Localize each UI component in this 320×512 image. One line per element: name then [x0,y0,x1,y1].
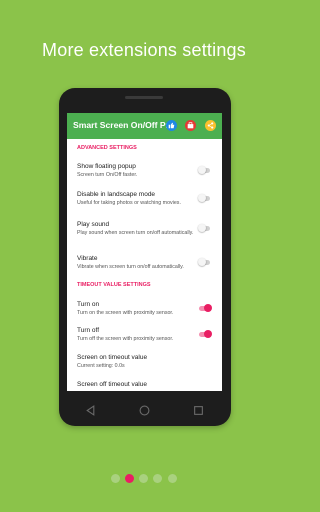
page-indicator [0,474,288,484]
page-dot[interactable] [153,474,162,483]
toggle-vibrate[interactable] [198,258,210,266]
home-button-icon[interactable] [139,405,150,416]
setting-subtitle: Current setting: 0.0s [77,363,125,369]
toggle-knob [198,258,206,266]
setting-show-floating-popup[interactable]: Show floating popup Screen turn On/Off f… [67,157,222,185]
setting-screen-off-timeout[interactable]: Screen off timeout value [67,375,222,391]
share-icon[interactable] [205,120,216,131]
app-title: Smart Screen On/Off Pro [73,120,175,130]
toggle-knob [204,304,212,312]
setting-play-sound[interactable]: Play sound Play sound when screen turn o… [67,215,222,249]
thumbs-up-icon[interactable] [166,120,177,131]
recents-button-icon[interactable] [193,405,204,416]
app-bar: Smart Screen On/Off Pro [67,113,222,139]
setting-subtitle: Useful for taking photos or watching mov… [77,200,181,206]
toggle-disable-landscape[interactable] [198,194,210,202]
phone-screen: Smart Screen On/Off Pro ADVANCED SETTING… [67,113,222,391]
toggle-knob [198,166,206,174]
toggle-play-sound[interactable] [198,224,210,232]
page-dot[interactable] [139,474,148,483]
settings-list: ADVANCED SETTINGS Show floating popup Sc… [67,139,222,391]
setting-title: Screen on timeout value [77,354,148,361]
page-dot-active[interactable] [125,474,134,483]
toggle-knob [204,330,212,338]
setting-subtitle: Turn on the screen with proximity sensor… [77,310,174,316]
section-header-advanced: ADVANCED SETTINGS [77,145,137,151]
setting-vibrate[interactable]: Vibrate Vibrate when screen turn on/off … [67,249,222,275]
setting-disable-landscape[interactable]: Disable in landscape mode Useful for tak… [67,185,222,215]
setting-subtitle: Turn off the screen with proximity senso… [77,336,174,342]
toggle-show-floating-popup[interactable] [198,166,210,174]
toggle-knob [198,194,206,202]
section-header-timeout: TIMEOUT VALUE SETTINGS [77,282,151,288]
back-button-icon[interactable] [85,405,96,416]
page-dot[interactable] [168,474,177,483]
toggle-knob [198,224,206,232]
toggle-turn-off[interactable] [199,330,212,338]
setting-subtitle: Screen turn On/Off faster. [77,172,138,178]
store-icon[interactable] [185,120,196,131]
phone-speaker [125,96,163,99]
setting-subtitle: Play sound when screen turn on/off autom… [77,230,194,236]
setting-subtitle: Vibrate when screen turn on/off automati… [77,264,184,270]
toggle-turn-on[interactable] [199,304,212,312]
setting-screen-on-timeout[interactable]: Screen on timeout value Current setting:… [67,348,222,375]
setting-title: Screen off timeout value [77,381,147,388]
setting-turn-on[interactable]: Turn on Turn on the screen with proximit… [67,295,222,321]
page-dot[interactable] [111,474,120,483]
setting-turn-off[interactable]: Turn off Turn off the screen with proxim… [67,321,222,348]
headline: More extensions settings [42,40,246,60]
